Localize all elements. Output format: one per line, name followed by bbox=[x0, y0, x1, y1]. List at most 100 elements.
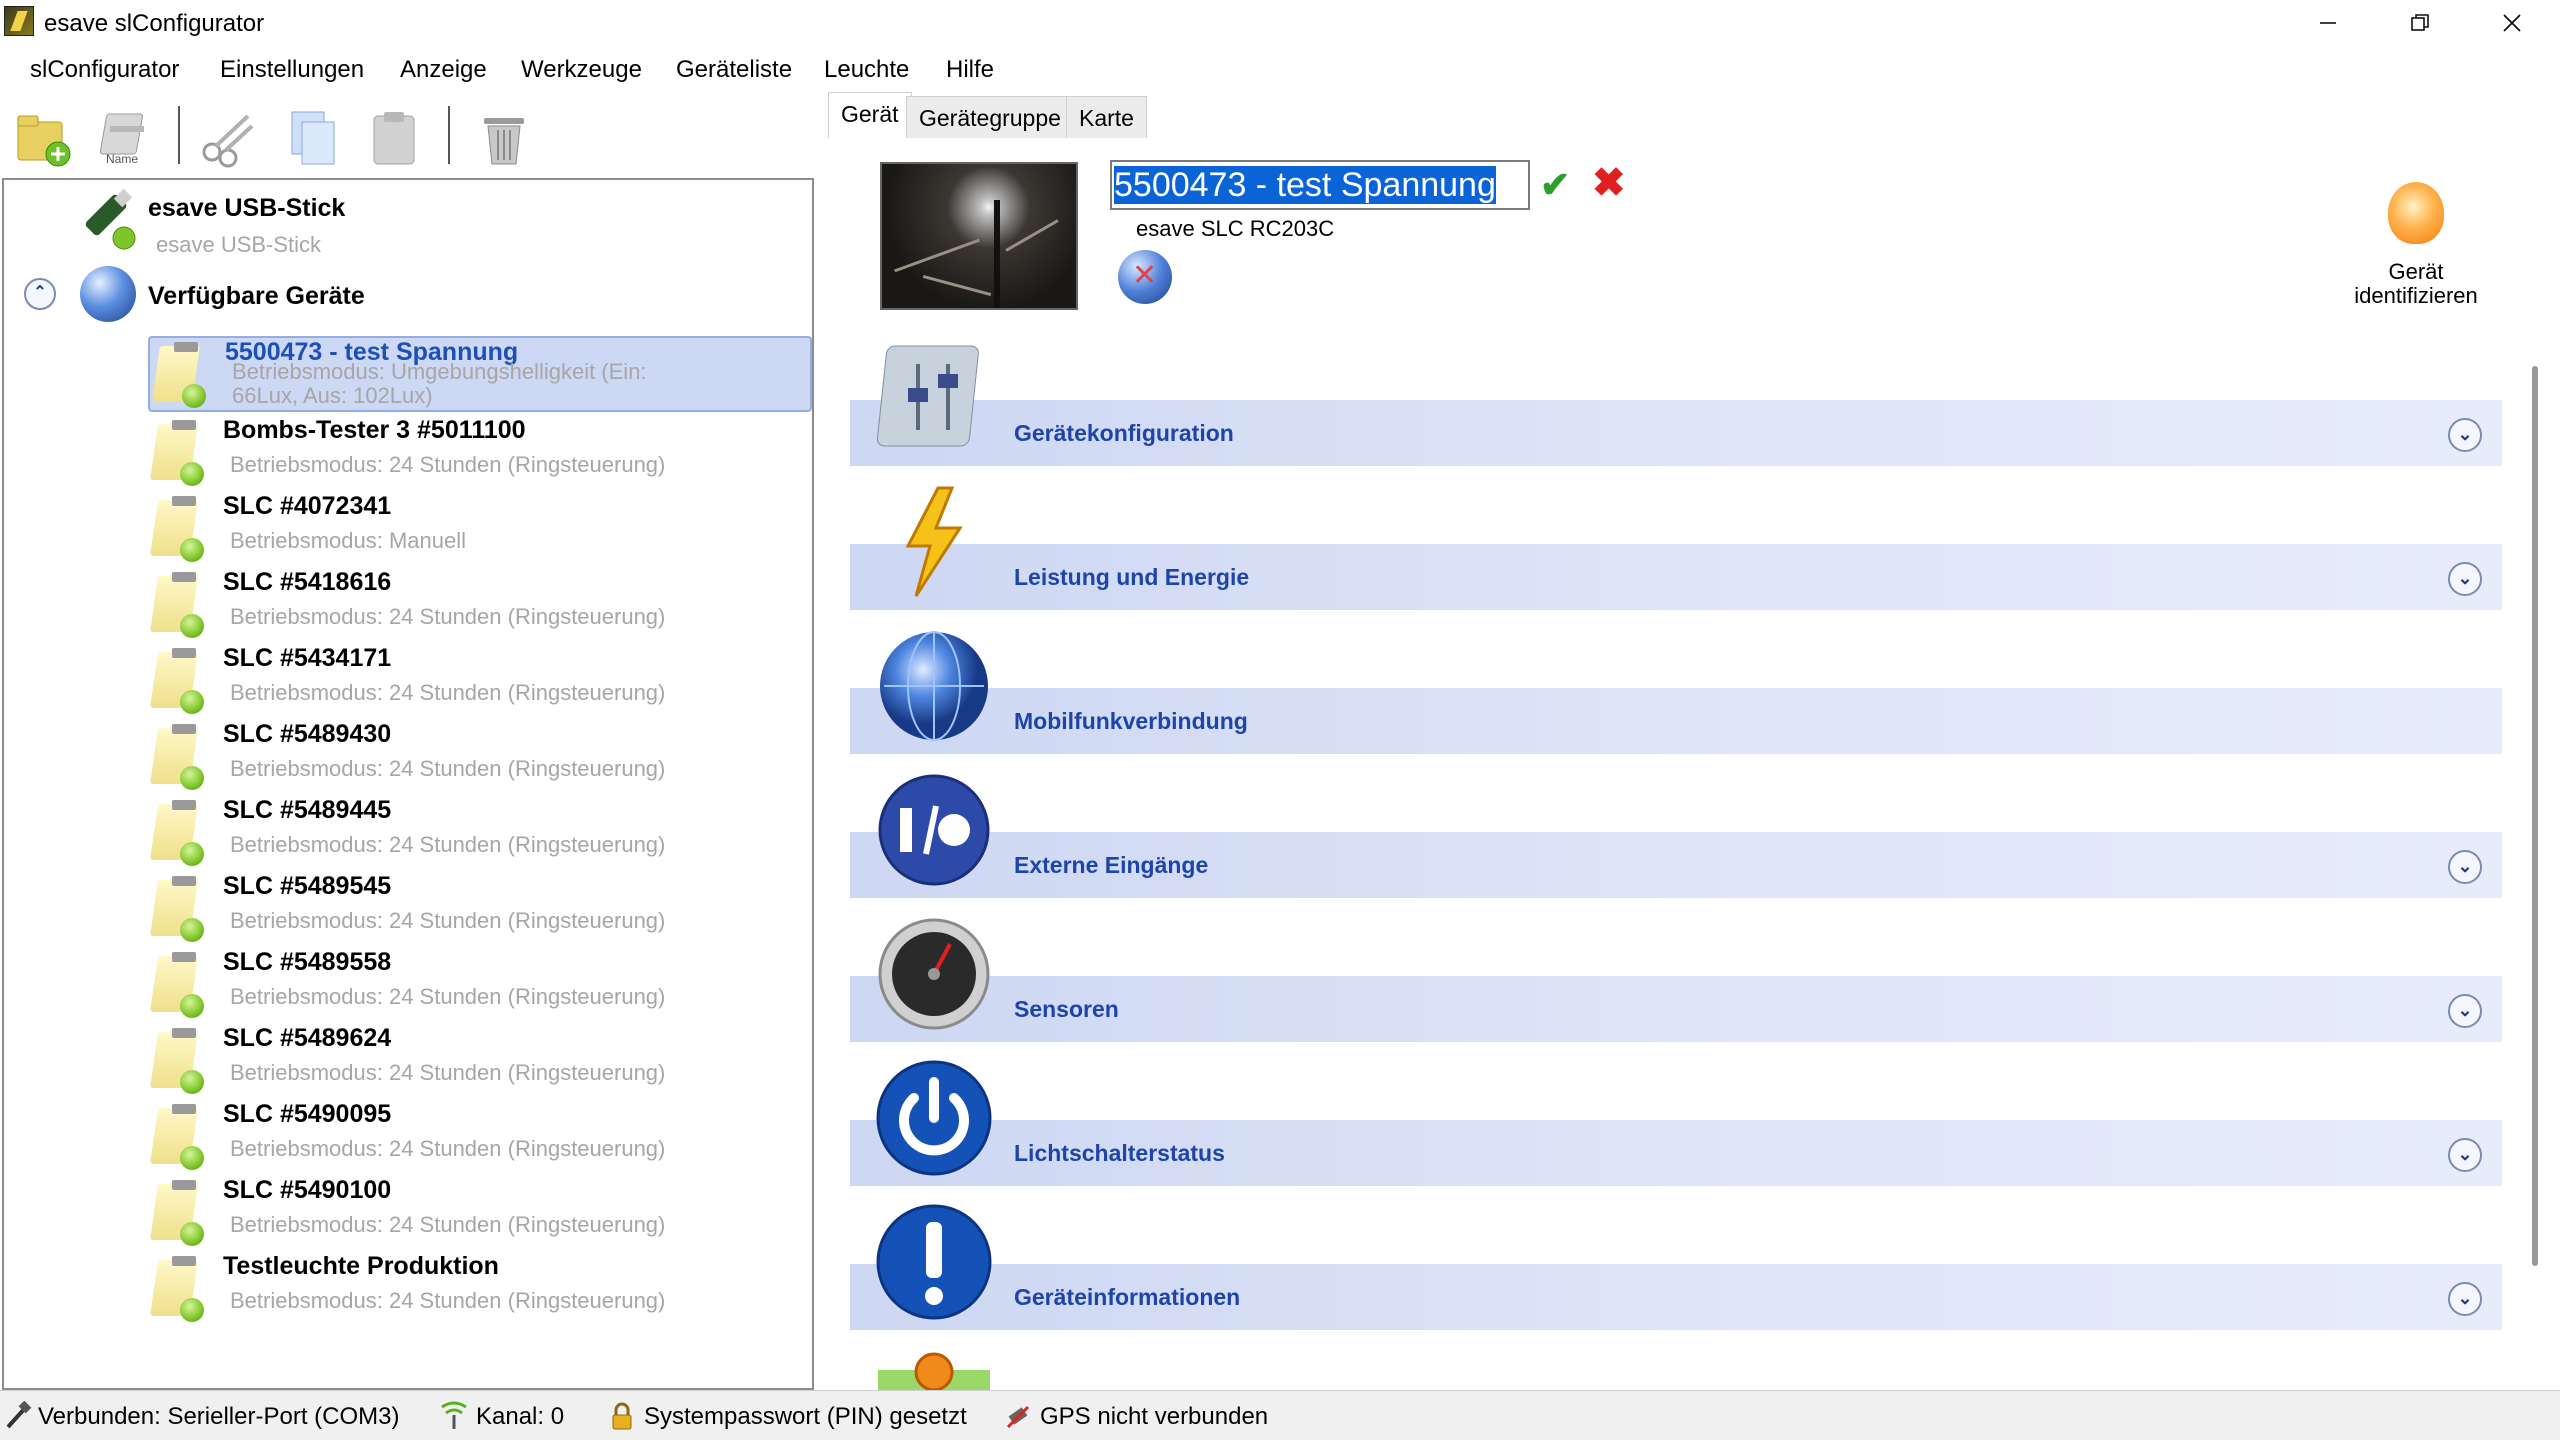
toolbar-separator bbox=[178, 106, 180, 164]
streetlight-icon bbox=[148, 420, 204, 486]
paste-button[interactable] bbox=[364, 108, 424, 168]
menu-slconfigurator[interactable]: slConfigurator bbox=[30, 56, 179, 84]
app-icon bbox=[4, 6, 34, 36]
menu-hilfe[interactable]: Hilfe bbox=[946, 56, 994, 84]
section-label: Gerätekonfiguration bbox=[1014, 420, 1234, 446]
device-title: SLC #5489558 bbox=[223, 948, 392, 976]
streetlight-icon bbox=[148, 648, 204, 714]
globe-icon bbox=[80, 266, 136, 322]
minimize-button[interactable] bbox=[2282, 0, 2374, 46]
device-mode: Betriebsmodus: Manuell bbox=[230, 528, 467, 553]
device-title: SLC #5489545 bbox=[223, 872, 392, 900]
signal-icon bbox=[441, 1401, 467, 1429]
device-node[interactable]: SLC #5489430 Betriebsmodus: 24 Stunden (… bbox=[148, 720, 812, 792]
device-photo bbox=[880, 162, 1078, 310]
confirm-check-icon[interactable]: ✔ bbox=[1540, 164, 1570, 206]
copy-icon bbox=[291, 111, 335, 165]
streetlight-icon bbox=[148, 572, 204, 638]
tree-available-devices[interactable]: Verfügbare Geräte bbox=[76, 264, 576, 328]
chevron-down-icon[interactable]: ⌄ bbox=[2448, 1282, 2482, 1316]
satellite-icon bbox=[1006, 1405, 1030, 1429]
section-mobilfunkverbindung[interactable]: Mobilfunkverbindung bbox=[828, 626, 2502, 770]
close-icon bbox=[2503, 14, 2521, 32]
device-mode: Betriebsmodus: 24 Stunden (Ringsteuerung… bbox=[230, 1212, 666, 1237]
identify-device-button[interactable]: Gerät identifizieren bbox=[2334, 260, 2498, 308]
device-name-value: 5500473 - test Spannung bbox=[1114, 166, 1496, 204]
menu-leuchte[interactable]: Leuchte bbox=[824, 56, 909, 84]
status-bar: Verbunden: Serieller-Port (COM3) Kanal: … bbox=[0, 1390, 2560, 1440]
mobile-network-status-icon bbox=[1118, 250, 1172, 304]
chevron-down-icon[interactable]: ⌄ bbox=[2448, 850, 2482, 884]
section-label: Externe Eingänge bbox=[1014, 852, 1209, 878]
add-folder-icon bbox=[17, 115, 71, 167]
tab-karte[interactable]: Karte bbox=[1066, 96, 1147, 138]
menu-anzeige[interactable]: Anzeige bbox=[400, 56, 487, 84]
section-geraetekonfiguration[interactable]: Gerätekonfiguration ⌄ bbox=[828, 338, 2502, 482]
minimize-icon bbox=[2320, 22, 2336, 24]
device-node[interactable]: 5500473 - test Spannung Betriebsmodus: U… bbox=[148, 336, 812, 412]
streetlight-icon bbox=[148, 1180, 204, 1246]
rename-button[interactable]: Name bbox=[98, 108, 158, 168]
channel-status: Kanal: 0 bbox=[476, 1403, 565, 1430]
device-node[interactable]: SLC #4072341 Betriebsmodus: Manuell bbox=[148, 492, 812, 564]
close-button[interactable] bbox=[2466, 0, 2558, 46]
usb-stick-icon bbox=[85, 188, 136, 250]
usb-stick-subtitle: esave USB-Stick bbox=[156, 232, 322, 257]
device-node[interactable]: Bombs-Tester 3 #5011100 Betriebsmodus: 2… bbox=[148, 416, 812, 488]
device-title: Testleuchte Produktion bbox=[223, 1252, 499, 1280]
device-mode: Betriebsmodus: 24 Stunden (Ringsteuerung… bbox=[230, 1060, 666, 1085]
device-node[interactable]: SLC #5489545 Betriebsmodus: 24 Stunden (… bbox=[148, 872, 812, 944]
device-title: SLC #5418616 bbox=[223, 568, 392, 596]
chevron-down-icon[interactable]: ⌄ bbox=[2448, 1138, 2482, 1172]
info-icon bbox=[876, 1204, 992, 1320]
chevron-down-icon[interactable]: ⌄ bbox=[2448, 418, 2482, 452]
cut-button[interactable] bbox=[198, 108, 258, 168]
section-lichtschalterstatus[interactable]: Lichtschalterstatus ⌄ bbox=[828, 1058, 2502, 1202]
device-panel: 5500473 - test Spannung ✔ ✖ esave SLC RC… bbox=[828, 138, 2556, 1390]
device-node[interactable]: SLC #5490100 Betriebsmodus: 24 Stunden (… bbox=[148, 1176, 812, 1248]
device-node[interactable]: SLC #5489445 Betriebsmodus: 24 Stunden (… bbox=[148, 796, 812, 868]
menu-werkzeuge[interactable]: Werkzeuge bbox=[521, 56, 642, 84]
device-mode: Betriebsmodus: 24 Stunden (Ringsteuerung… bbox=[230, 1136, 666, 1161]
scrollbar[interactable] bbox=[2532, 366, 2538, 1266]
device-node[interactable]: SLC #5418616 Betriebsmodus: 24 Stunden (… bbox=[148, 568, 812, 640]
add-device-button[interactable] bbox=[14, 108, 74, 168]
tab-geraetegruppe[interactable]: Gerätegruppe bbox=[906, 96, 1074, 138]
streetlight-icon bbox=[150, 342, 206, 408]
section-label: Mobilfunkverbindung bbox=[1014, 708, 1248, 734]
scissors-icon bbox=[202, 114, 254, 168]
section-geraeteinformationen[interactable]: Geräteinformationen ⌄ bbox=[828, 1202, 2502, 1346]
section-externe-eingaenge[interactable]: Externe Eingänge ⌄ bbox=[828, 770, 2502, 914]
device-node[interactable]: SLC #5490095 Betriebsmodus: 24 Stunden (… bbox=[148, 1100, 812, 1172]
streetlight-icon bbox=[148, 496, 204, 562]
device-mode: Betriebsmodus: 24 Stunden (Ringsteuerung… bbox=[230, 984, 666, 1009]
section-leistung-energie[interactable]: Leistung und Energie ⌄ bbox=[828, 482, 2502, 626]
collapse-available-button[interactable]: ⌃ bbox=[24, 278, 56, 310]
device-node[interactable]: SLC #5489558 Betriebsmodus: 24 Stunden (… bbox=[148, 948, 812, 1020]
menu-geraeteliste[interactable]: Geräteliste bbox=[676, 56, 792, 84]
delete-button[interactable] bbox=[474, 108, 534, 168]
toolbar: Name bbox=[0, 96, 820, 176]
tree-usb-stick[interactable]: esave USB-Stick esave USB-Stick bbox=[76, 188, 576, 258]
available-devices-title: Verfügbare Geräte bbox=[148, 282, 365, 310]
streetlight-icon bbox=[148, 876, 204, 942]
restore-button[interactable] bbox=[2374, 0, 2466, 46]
map-pin-icon bbox=[878, 1352, 990, 1390]
chevron-down-icon[interactable]: ⌄ bbox=[2448, 562, 2482, 596]
connection-status: Verbunden: Serieller-Port (COM3) bbox=[38, 1403, 400, 1430]
device-tree[interactable]: esave USB-Stick esave USB-Stick ⌃ Verfüg… bbox=[2, 178, 814, 1390]
cancel-x-icon[interactable]: ✖ bbox=[1592, 160, 1626, 206]
device-node[interactable]: SLC #5489624 Betriebsmodus: 24 Stunden (… bbox=[148, 1024, 812, 1096]
chevron-down-icon[interactable]: ⌄ bbox=[2448, 994, 2482, 1028]
section-label: Sensoren bbox=[1014, 996, 1119, 1022]
device-mode: Betriebsmodus: 24 Stunden (Ringsteuerung… bbox=[230, 680, 666, 705]
toolbar-separator bbox=[448, 106, 450, 164]
tab-geraet[interactable]: Gerät bbox=[828, 92, 912, 138]
menu-einstellungen[interactable]: Einstellungen bbox=[220, 56, 364, 84]
device-node[interactable]: Testleuchte Produktion Betriebsmodus: 24… bbox=[148, 1252, 812, 1324]
device-node[interactable]: SLC #5434171 Betriebsmodus: 24 Stunden (… bbox=[148, 644, 812, 716]
copy-button[interactable] bbox=[284, 108, 344, 168]
device-name-input[interactable]: 5500473 - test Spannung bbox=[1110, 160, 1530, 210]
lightbulb-icon[interactable] bbox=[2388, 182, 2444, 244]
section-sensoren[interactable]: Sensoren ⌄ bbox=[828, 914, 2502, 1058]
